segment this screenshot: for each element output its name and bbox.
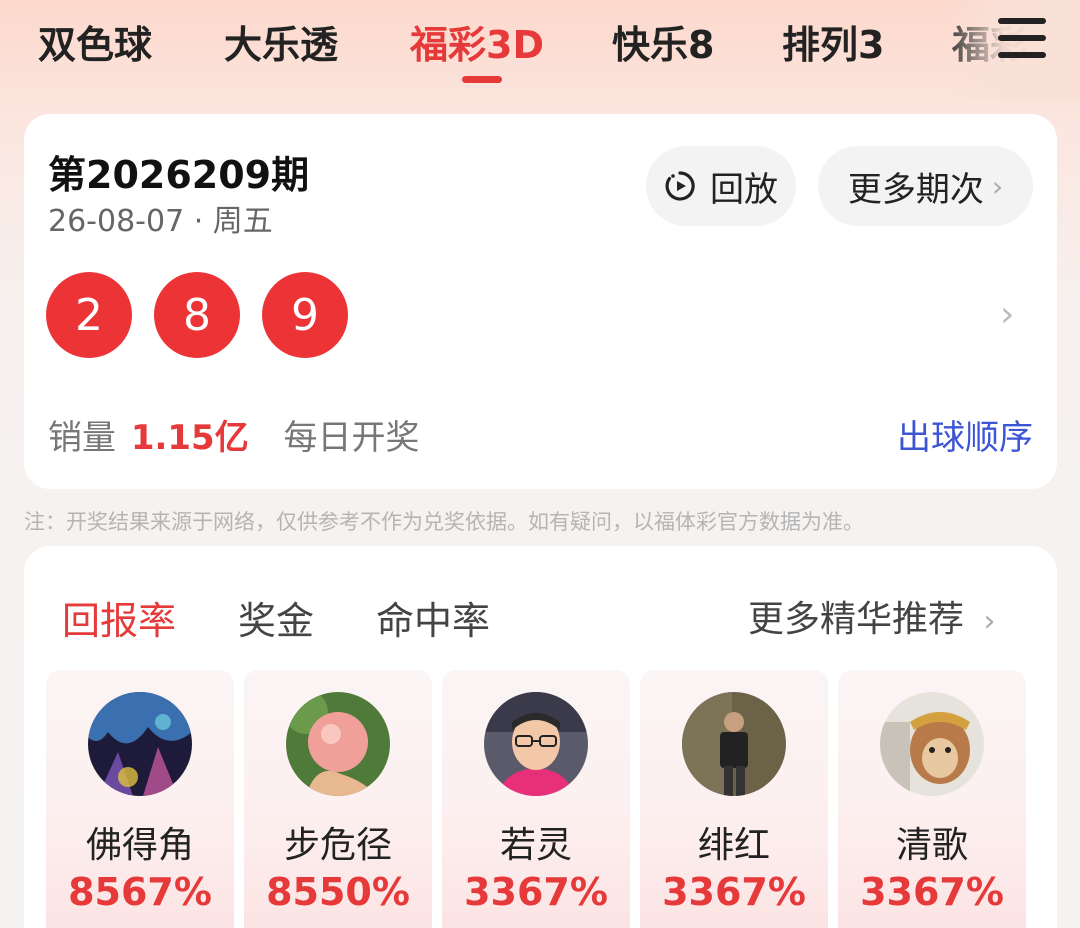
avatar-man-standing-image <box>682 692 786 796</box>
issue-number: 第2026209期 <box>48 153 310 197</box>
expert-card[interactable]: 步危径 8550% <box>244 670 432 928</box>
chevron-right-icon[interactable]: › <box>1000 294 1014 335</box>
draw-date: 26-08-07 · 周五 <box>48 204 273 239</box>
expert-card[interactable]: 佛得角 8567% <box>46 670 234 928</box>
expert-name: 绯红 <box>697 825 770 866</box>
sales-label: 销量 <box>48 418 116 458</box>
tab-shuangseqiu[interactable]: 双色球 <box>38 14 152 69</box>
tab-kuaile8[interactable]: 快乐8 <box>612 14 714 69</box>
replay-icon <box>665 171 695 201</box>
expert-name: 若灵 <box>499 825 572 866</box>
sales-info: 销量 1.15亿 每日开奖 <box>48 410 420 459</box>
active-tab-indicator <box>462 76 502 83</box>
ball-order-link[interactable]: 出球顺序 <box>897 410 1033 459</box>
expert-rate: 8550% <box>266 870 410 914</box>
avatar-man-glasses-image <box>484 692 588 796</box>
expert-rate: 3367% <box>860 870 1004 914</box>
tab-daletou[interactable]: 大乐透 <box>224 14 338 69</box>
expert-rate: 3367% <box>662 870 806 914</box>
avatar-monkey-king-image <box>880 692 984 796</box>
menu-icon[interactable] <box>998 18 1048 60</box>
expert-name: 佛得角 <box>85 825 194 866</box>
more-issues-label: 更多期次 <box>847 169 984 210</box>
expert-card[interactable]: 若灵 3367% <box>442 670 630 928</box>
expert-rate: 8567% <box>68 870 212 914</box>
expert-name: 步危径 <box>283 825 392 866</box>
chevron-right-icon: › <box>983 604 996 639</box>
sales-amount: 1.15亿 <box>130 418 249 458</box>
expert-name: 清歌 <box>895 825 968 866</box>
more-issues-button[interactable]: 更多期次 › <box>818 146 1033 226</box>
replay-label: 回放 <box>710 169 778 210</box>
tab-hit-rate[interactable]: 命中率 <box>376 590 490 645</box>
avatar <box>88 692 192 796</box>
avatar <box>880 692 984 796</box>
more-recommendations-link[interactable]: 更多精华推荐 › <box>748 590 995 642</box>
disclaimer-note: 注：开奖结果来源于网络，仅供参考不作为兑奖依据。如有疑问，以福体彩官方数据为准。 <box>24 510 864 534</box>
avatar-cave-image <box>88 692 192 796</box>
number-ball: 9 <box>262 272 348 358</box>
expert-rate: 3367% <box>464 870 608 914</box>
expert-card[interactable]: 绯红 3367% <box>640 670 828 928</box>
chevron-right-icon: › <box>991 169 1004 203</box>
avatar-peach-image <box>286 692 390 796</box>
winning-numbers[interactable]: 2 8 9 <box>46 272 370 358</box>
more-recommendations-label: 更多精华推荐 <box>748 599 965 640</box>
avatar <box>682 692 786 796</box>
tab-return-rate[interactable]: 回报率 <box>62 590 176 645</box>
recommendation-card: 回报率 奖金 命中率 更多精华推荐 › 佛得角 8567% 步危径 8550% … <box>24 546 1057 928</box>
avatar <box>286 692 390 796</box>
avatar <box>484 692 588 796</box>
draw-result-card: 第2026209期 26-08-07 · 周五 回放 更多期次 › 2 8 9 … <box>24 114 1057 489</box>
number-ball: 2 <box>46 272 132 358</box>
tab-prize[interactable]: 奖金 <box>238 590 314 645</box>
replay-button[interactable]: 回放 <box>646 146 796 226</box>
lottery-tabs: 双色球 大乐透 福彩3D 快乐8 排列3 福彩 <box>0 0 1080 100</box>
tab-pailie3[interactable]: 排列3 <box>782 14 884 69</box>
draw-frequency: 每日开奖 <box>283 418 420 458</box>
expert-card[interactable]: 清歌 3367% <box>838 670 1026 928</box>
number-ball: 8 <box>154 272 240 358</box>
tab-fucai3d[interactable]: 福彩3D <box>410 14 544 69</box>
